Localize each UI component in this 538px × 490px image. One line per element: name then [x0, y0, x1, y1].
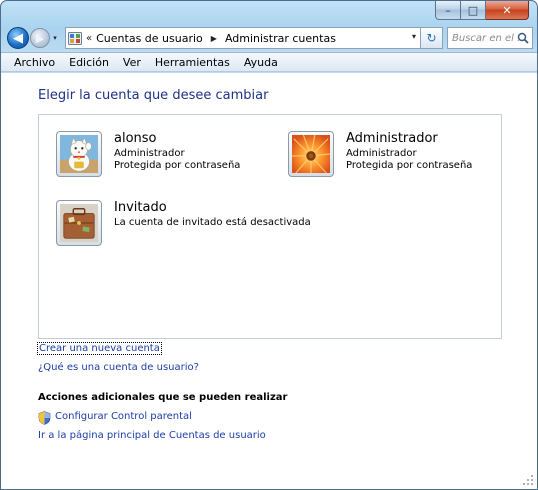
refresh-button[interactable]: ↻: [421, 27, 443, 49]
navigation-bar: ◀ ▶ ▾ « Cuentas de usuario ▶ Administrar…: [7, 25, 533, 51]
account-status: Protegida por contraseña: [346, 160, 473, 171]
account-picture-frame: [56, 200, 102, 246]
create-account-link[interactable]: Crear una nueva cuenta: [37, 342, 162, 355]
uac-shield-icon: [38, 411, 51, 425]
maximize-icon: □: [467, 3, 479, 17]
user-accounts-window: – □ ✕ ◀ ▶ ▾ « Cuentas de usuario ▶ Admin…: [0, 0, 538, 490]
menu-edicion[interactable]: Edición: [62, 56, 116, 69]
forward-arrow-icon: ▶: [35, 31, 45, 45]
back-button[interactable]: ◀: [7, 27, 29, 49]
control-panel-icon: [68, 31, 82, 45]
caption-buttons: – □ ✕: [435, 1, 529, 20]
account-picture-frame: [288, 131, 334, 177]
address-bar[interactable]: « Cuentas de usuario ▶ Administrar cuent…: [65, 27, 421, 49]
menu-ayuda[interactable]: Ayuda: [237, 56, 285, 69]
suitcase-icon: [60, 204, 98, 242]
account-info: Administrador Administrador Protegida po…: [346, 131, 472, 177]
account-invitado[interactable]: Invitado La cuenta de invitado está desa…: [56, 200, 311, 246]
search-placeholder: Buscar en el ...: [452, 32, 527, 44]
address-dropdown-icon[interactable]: ▾: [412, 32, 416, 41]
account-name[interactable]: Invitado: [114, 200, 311, 216]
account-type: Administrador: [346, 148, 417, 159]
breadcrumb-arrow-icon[interactable]: ▶: [211, 34, 217, 43]
what-is-account-link[interactable]: ¿Qué es una cuenta de usuario?: [38, 362, 199, 373]
create-account-link-text[interactable]: Crear una nueva cuenta: [37, 342, 162, 355]
account-status: Protegida por contraseña: [114, 160, 241, 171]
maximize-button[interactable]: □: [461, 1, 486, 20]
minimize-button[interactable]: –: [435, 1, 461, 20]
account-type: Administrador: [114, 148, 185, 159]
breadcrumb-cuentas-de-usuario[interactable]: Cuentas de usuario: [96, 32, 203, 45]
recent-pages-dropdown[interactable]: ▾: [50, 34, 60, 42]
menu-bar: Archivo Edición Ver Herramientas Ayuda: [1, 52, 537, 72]
search-icon[interactable]: [517, 32, 529, 44]
additional-actions-heading: Acciones adicionales que se pueden reali…: [38, 392, 288, 403]
account-picture-frame: [56, 131, 102, 177]
breadcrumb-administrar-cuentas[interactable]: Administrar cuentas: [225, 32, 336, 45]
menu-archivo[interactable]: Archivo: [7, 56, 62, 69]
breadcrumb-overflow[interactable]: «: [86, 33, 92, 44]
account-info: alonso Administrador Protegida por contr…: [114, 131, 240, 177]
content-area: Elegir la cuenta que desee cambiar alons…: [1, 73, 537, 489]
close-icon: ✕: [502, 3, 512, 17]
chevron-down-icon: ▾: [53, 34, 57, 42]
lucky-cat-icon: [60, 135, 98, 173]
account-info: Invitado La cuenta de invitado está desa…: [114, 200, 311, 246]
user-accounts-home-link[interactable]: Ir a la página principal de Cuentas de u…: [38, 430, 266, 441]
page-title: Elegir la cuenta que desee cambiar: [38, 88, 269, 103]
refresh-icon: ↻: [426, 31, 437, 45]
account-status: La cuenta de invitado está desactivada: [114, 217, 311, 228]
orange-flower-icon: [292, 134, 331, 174]
account-name[interactable]: alonso: [114, 131, 240, 147]
menu-herramientas[interactable]: Herramientas: [148, 56, 237, 69]
close-button[interactable]: ✕: [486, 1, 529, 20]
back-arrow-icon: ◀: [13, 30, 23, 46]
forward-button[interactable]: ▶: [30, 28, 50, 48]
search-input[interactable]: Buscar en el ...: [447, 27, 533, 49]
account-administrador[interactable]: Administrador Administrador Protegida po…: [288, 131, 472, 177]
menu-ver[interactable]: Ver: [116, 56, 148, 69]
account-alonso[interactable]: alonso Administrador Protegida por contr…: [56, 131, 240, 177]
account-name[interactable]: Administrador: [346, 131, 472, 147]
resize-grip-icon[interactable]: [523, 475, 533, 485]
minimize-icon: –: [445, 3, 451, 17]
parental-control-link[interactable]: Configurar Control parental: [55, 411, 192, 422]
accounts-panel: alonso Administrador Protegida por contr…: [38, 114, 502, 339]
